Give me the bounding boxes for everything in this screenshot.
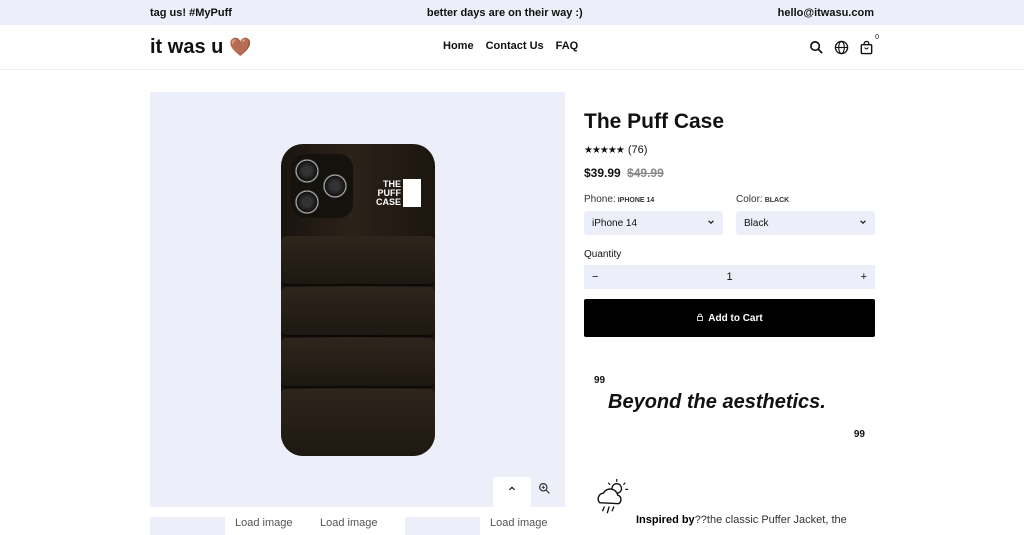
nav-contact[interactable]: Contact Us: [486, 40, 544, 52]
product-gallery[interactable]: THE PUFF CASE ⌃: [150, 92, 565, 507]
announcement-email[interactable]: hello@itwasu.com: [778, 7, 874, 19]
heart-icon: 🤎: [229, 36, 252, 57]
lock-icon: [696, 313, 704, 324]
site-header: it was u 🤎 Home Contact Us FAQ 0: [0, 25, 1024, 70]
chevron-down-icon: [859, 218, 867, 229]
color-label-value: Black: [764, 197, 790, 204]
phone-select-value: iPhone 14: [592, 217, 638, 229]
phone-label-value: iPhone 14: [617, 197, 655, 204]
description-text: Inspired by??the classic Puffer Jacket, …: [636, 514, 847, 526]
chevron-up-icon: ⌃: [506, 483, 518, 500]
camera-lens: [295, 190, 319, 214]
phone-label: Phone: iPhone 14: [584, 194, 723, 205]
phone-option: Phone: iPhone 14 iPhone 14: [584, 194, 723, 235]
main-nav: Home Contact Us FAQ: [443, 40, 578, 52]
header-icons: 0: [809, 34, 879, 55]
logo[interactable]: it was u 🤎: [150, 36, 252, 59]
cloud-rain-sun-icon: [593, 478, 631, 516]
quote-close-icon: 99: [853, 429, 865, 440]
case-brand-block: [403, 179, 421, 207]
logo-text: it was u: [150, 35, 224, 58]
search-icon[interactable]: [809, 40, 824, 55]
color-select-value: Black: [744, 217, 769, 229]
camera-lens: [323, 174, 347, 198]
color-option: Color: Black Black: [736, 194, 875, 235]
product-info: The Puff Case ★★★★★ (76) $39.99 $49.99 P…: [584, 110, 875, 337]
sale-price: $39.99: [584, 166, 621, 180]
camera-lens: [295, 159, 319, 183]
color-select[interactable]: Black: [736, 211, 875, 235]
add-to-cart-label: Add to Cart: [708, 312, 763, 324]
case-brand-text: THE PUFF CASE: [373, 180, 401, 207]
product-image-phone-case: THE PUFF CASE: [281, 144, 435, 456]
nav-home[interactable]: Home: [443, 40, 474, 52]
compare-price: $49.99: [627, 166, 664, 180]
add-to-cart-button[interactable]: Add to Cart: [584, 299, 875, 337]
price-block: $39.99 $49.99: [584, 166, 875, 180]
color-label-text: Color:: [736, 194, 763, 205]
phone-select[interactable]: iPhone 14: [584, 211, 723, 235]
variant-options: Phone: iPhone 14 iPhone 14 Color: Black Bl…: [584, 194, 875, 235]
thumbnail-strip: Load image Load image Load image: [150, 517, 565, 535]
chevron-down-icon: [707, 218, 715, 229]
thumbnail[interactable]: [405, 517, 480, 535]
scroll-up-button[interactable]: ⌃: [493, 477, 531, 507]
puff-segment: [281, 338, 435, 388]
quantity-label: Quantity: [584, 249, 622, 260]
nav-faq[interactable]: FAQ: [556, 40, 579, 52]
announcement-center: better days are on their way :): [426, 6, 583, 19]
announcement-bar: tag us! #MyPuff better days are on their…: [0, 0, 1024, 25]
camera-module: [291, 154, 353, 218]
puff-segment: [281, 389, 435, 456]
announcement-left: tag us! #MyPuff: [150, 6, 232, 19]
quote-text: Beyond the aesthetics.: [608, 391, 826, 413]
thumbnail[interactable]: Load image: [235, 517, 310, 535]
thumbnail[interactable]: Load image: [490, 517, 565, 535]
puff-segment: [281, 236, 435, 286]
increase-button[interactable]: +: [861, 271, 867, 283]
review-count: (76): [627, 144, 648, 156]
star-icons: ★★★★★: [584, 144, 625, 156]
quantity-stepper: − 1 +: [584, 265, 875, 289]
cart-count-badge: 0: [875, 33, 879, 41]
color-label: Color: Black: [736, 194, 875, 205]
product-title: The Puff Case: [584, 110, 725, 133]
quote-block: 99 Beyond the aesthetics. 99: [594, 375, 869, 440]
brand-line: CASE: [375, 197, 401, 207]
thumbnail[interactable]: [150, 517, 225, 535]
product-rating[interactable]: ★★★★★ (76): [584, 144, 875, 156]
description-bold: Inspired by: [636, 514, 695, 526]
thumbnail[interactable]: Load image: [320, 517, 395, 535]
quote-open-icon: 99: [594, 375, 606, 386]
cart-icon[interactable]: 0: [859, 34, 879, 55]
decrease-button[interactable]: −: [592, 271, 598, 283]
puff-segment: [281, 287, 435, 337]
quantity-input[interactable]: 1: [726, 271, 732, 283]
zoom-icon[interactable]: [538, 482, 551, 498]
globe-icon[interactable]: [834, 40, 849, 55]
phone-label-text: Phone:: [584, 194, 616, 205]
description-rest: ??the classic Puffer Jacket, the: [694, 514, 847, 526]
